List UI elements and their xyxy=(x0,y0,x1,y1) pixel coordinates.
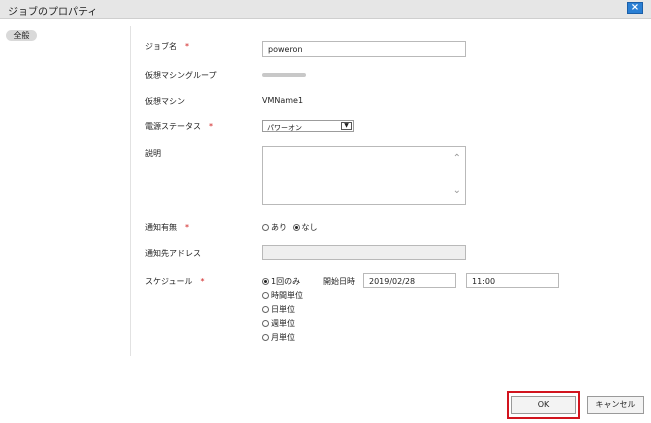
notify-label: 通知有無 * xyxy=(145,223,189,232)
schedule-option-daily[interactable]: 日単位 xyxy=(262,304,295,315)
description-label: 説明 xyxy=(145,149,161,158)
cancel-button[interactable]: キャンセル xyxy=(587,396,644,414)
chevron-down-icon: ▼ xyxy=(341,122,352,130)
job-name-label: ジョブ名 * xyxy=(145,42,189,51)
start-time-input[interactable]: 11:00 xyxy=(466,273,559,288)
radio-icon xyxy=(262,334,269,341)
scroll-up-icon[interactable]: ⌃ xyxy=(453,153,461,164)
schedule-option-weekly[interactable]: 週単位 xyxy=(262,318,295,329)
notify-options: あり なし xyxy=(262,222,318,233)
schedule-option-once[interactable]: 1回のみ xyxy=(262,276,300,287)
start-date-input[interactable]: 2019/02/28 xyxy=(363,273,456,288)
power-status-select[interactable]: パワーオン ▼ xyxy=(262,120,354,132)
section-divider xyxy=(130,26,131,356)
required-mark: * xyxy=(185,223,189,232)
notify-option-yes[interactable]: あり xyxy=(262,223,287,232)
notify-option-no[interactable]: なし xyxy=(292,223,318,232)
start-datetime-label: 開始日時 xyxy=(323,277,355,286)
dialog-titlebar: ジョブのプロパティ × xyxy=(0,0,651,19)
radio-checked-icon xyxy=(262,278,269,285)
power-status-selected: パワーオン xyxy=(267,124,302,132)
required-mark: * xyxy=(185,42,189,51)
vm-group-label: 仮想マシングループ xyxy=(145,71,217,80)
radio-icon xyxy=(262,320,269,327)
tab-general[interactable]: 全般 xyxy=(6,30,37,41)
notify-address-input[interactable] xyxy=(262,245,466,260)
description-textarea[interactable]: ⌃ ⌄ xyxy=(262,146,466,205)
radio-icon xyxy=(262,306,269,313)
dialog-title: ジョブのプロパティ xyxy=(8,7,98,18)
close-icon[interactable]: × xyxy=(627,2,643,14)
notify-address-label: 通知先アドレス xyxy=(145,249,201,258)
radio-icon xyxy=(262,292,269,299)
scroll-down-icon[interactable]: ⌄ xyxy=(453,185,461,196)
vm-value: VMName1 xyxy=(262,96,304,105)
required-mark: * xyxy=(209,122,213,131)
schedule-label: スケジュール * xyxy=(145,277,205,286)
power-status-label: 電源ステータス * xyxy=(145,122,213,131)
schedule-option-monthly[interactable]: 月単位 xyxy=(262,332,295,343)
vm-group-value-redacted xyxy=(262,73,306,77)
ok-button[interactable]: OK xyxy=(511,396,576,414)
job-name-input[interactable]: poweron xyxy=(262,41,466,57)
ok-button-highlight: OK xyxy=(507,391,580,419)
schedule-option-hourly[interactable]: 時間単位 xyxy=(262,290,303,301)
required-mark: * xyxy=(200,277,205,286)
radio-icon xyxy=(262,224,269,231)
vm-label: 仮想マシン xyxy=(145,97,185,106)
radio-checked-icon xyxy=(292,224,300,231)
